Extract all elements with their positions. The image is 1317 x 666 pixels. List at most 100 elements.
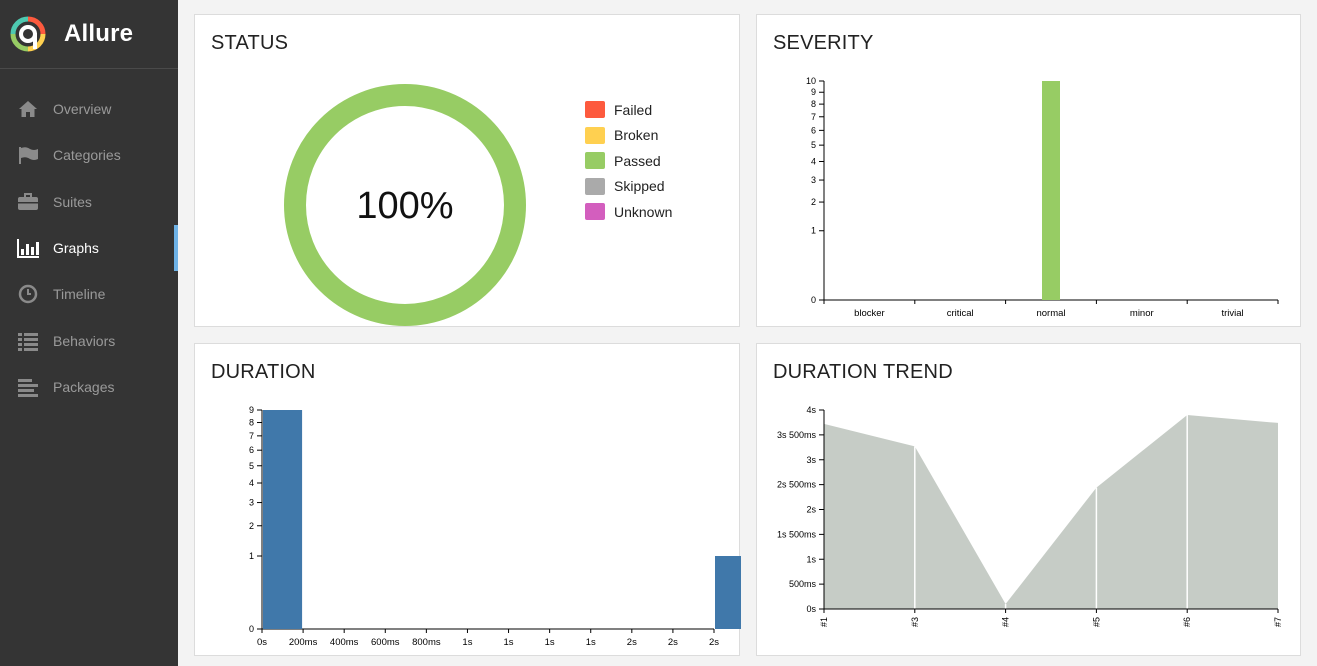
briefcase-icon bbox=[17, 191, 39, 213]
legend-swatch-passed bbox=[585, 152, 605, 170]
x-tick-label: #1 bbox=[819, 617, 829, 627]
allure-logo-icon bbox=[10, 16, 46, 52]
y-tick-label: 3s 500ms bbox=[777, 430, 817, 440]
status-panel: STATUS 100% Failed Broken Passed Skipped… bbox=[194, 14, 740, 327]
y-tick-label: 1s bbox=[806, 554, 816, 564]
y-tick-label: 3 bbox=[811, 175, 816, 185]
sidebar-item-suites[interactable]: Suites bbox=[0, 179, 178, 225]
sidebar-item-packages[interactable]: Packages bbox=[0, 364, 178, 410]
sidebar: Allure Overview Categories Suites Graphs bbox=[0, 0, 178, 666]
x-tick-label: #3 bbox=[910, 617, 920, 627]
legend-swatch-broken bbox=[585, 126, 605, 144]
sidebar-nav: Overview Categories Suites Graphs Timeli… bbox=[0, 86, 178, 410]
y-tick-label: 1s 500ms bbox=[777, 529, 817, 539]
legend-item-unknown[interactable]: Unknown bbox=[585, 199, 672, 225]
x-tick-label: 1s bbox=[462, 637, 472, 648]
sidebar-item-label: Graphs bbox=[53, 240, 99, 257]
duration-bar-0 bbox=[263, 410, 303, 629]
duration-bar-1 bbox=[715, 556, 741, 629]
sidebar-item-label: Categories bbox=[53, 147, 121, 164]
y-tick-label: 2s bbox=[806, 505, 816, 515]
legend-label: Skipped bbox=[614, 178, 665, 195]
duration-panel: DURATION 0 1 2 3 4 5 6 7 8 9 0s 200ms 400ms 600ms 800m… bbox=[194, 343, 741, 656]
y-tick-label: 2s 500ms bbox=[777, 480, 817, 490]
x-tick-label: minor bbox=[1130, 308, 1154, 319]
legend-item-broken[interactable]: Broken bbox=[585, 123, 672, 149]
x-tick-label: 200ms bbox=[289, 637, 318, 648]
legend-swatch-unknown bbox=[585, 203, 605, 221]
flag-icon bbox=[17, 144, 39, 166]
list-icon bbox=[17, 330, 39, 352]
x-tick-label: 1s bbox=[586, 637, 596, 648]
trend-area bbox=[824, 414, 1278, 609]
sidebar-item-label: Timeline bbox=[53, 286, 106, 303]
x-tick-label: 1s bbox=[504, 637, 514, 648]
duration-trend-panel: DURATION TREND 0s 500ms 1s 1s 500ms 2s 2s 500… bbox=[756, 343, 1301, 656]
y-tick-label: 4s bbox=[806, 405, 816, 415]
y-tick-label: 5 bbox=[811, 140, 816, 150]
home-icon bbox=[17, 98, 39, 120]
x-tick-label: 800ms bbox=[412, 637, 441, 648]
y-tick-label: 7 bbox=[811, 112, 816, 122]
y-tick-label: 3s bbox=[806, 455, 816, 465]
sidebar-item-label: Packages bbox=[53, 378, 115, 395]
align-left-icon bbox=[17, 376, 39, 398]
duration-histogram: 0 1 2 3 4 5 6 7 8 9 0s 200ms 400ms 600ms 800ms 1s 1s 1s 1s… bbox=[249, 405, 741, 648]
y-tick-label: 0 bbox=[811, 295, 816, 305]
x-tick-label: 2s bbox=[709, 637, 719, 648]
x-tick-label: 2s bbox=[668, 637, 678, 648]
y-tick-label: 5 bbox=[249, 461, 254, 471]
y-tick-label: 9 bbox=[811, 87, 816, 97]
x-tick-label: 2s bbox=[627, 637, 637, 648]
legend-item-passed[interactable]: Passed bbox=[585, 148, 672, 174]
x-tick-label: blocker bbox=[854, 308, 885, 319]
y-tick-label: 500ms bbox=[789, 579, 817, 589]
y-tick-label: 1 bbox=[249, 551, 254, 561]
legend-label: Unknown bbox=[614, 203, 673, 220]
y-tick-label: 6 bbox=[249, 445, 254, 455]
severity-bar-normal bbox=[1042, 81, 1060, 300]
x-tick-label: #7 bbox=[1273, 617, 1283, 627]
y-tick-label: 0s bbox=[806, 604, 816, 614]
x-tick-label: 1s bbox=[545, 637, 555, 648]
legend-item-failed[interactable]: Failed bbox=[585, 97, 672, 123]
legend-swatch-failed bbox=[585, 101, 605, 119]
legend-swatch-skipped bbox=[585, 177, 605, 195]
legend-label: Failed bbox=[614, 101, 653, 118]
y-tick-label: 2 bbox=[249, 521, 254, 531]
brand[interactable]: Allure bbox=[0, 0, 178, 69]
y-tick-label: 7 bbox=[249, 431, 254, 441]
y-tick-label: 6 bbox=[811, 125, 816, 135]
sidebar-item-label: Overview bbox=[53, 101, 112, 118]
x-tick-label: 400ms bbox=[330, 637, 359, 648]
y-tick-label: 8 bbox=[249, 418, 254, 428]
y-tick-label: 2 bbox=[811, 197, 816, 207]
bar-chart-icon bbox=[17, 237, 39, 259]
legend-label: Passed bbox=[614, 152, 661, 169]
sidebar-item-graphs[interactable]: Graphs bbox=[0, 224, 178, 272]
x-tick-label: critical bbox=[947, 308, 974, 319]
sidebar-item-label: Behaviors bbox=[53, 332, 116, 349]
x-tick-label: 0s bbox=[257, 637, 267, 648]
x-tick-label: 600ms bbox=[371, 637, 400, 648]
y-tick-label: 1 bbox=[811, 226, 816, 236]
y-tick-label: 10 bbox=[806, 76, 816, 86]
sidebar-item-label: Suites bbox=[53, 193, 92, 210]
app-name: Allure bbox=[64, 20, 134, 47]
y-tick-label: 9 bbox=[249, 405, 254, 415]
legend-item-skipped[interactable]: Skipped bbox=[585, 174, 672, 200]
duration-trend-area-chart: 0s 500ms 1s 1s 500ms 2s 2s 500ms 3s 3s 500ms 4s #… bbox=[777, 405, 1283, 627]
y-tick-label: 0 bbox=[249, 624, 254, 634]
sidebar-item-timeline[interactable]: Timeline bbox=[0, 271, 178, 317]
x-tick-label: #5 bbox=[1091, 617, 1101, 627]
sidebar-item-behaviors[interactable]: Behaviors bbox=[0, 317, 178, 363]
clock-icon bbox=[17, 283, 39, 305]
status-legend: Failed Broken Passed Skipped Unknown bbox=[585, 97, 672, 225]
severity-bar-chart: 0 1 2 3 4 5 6 7 8 910 blocker critical normal minor tr… bbox=[806, 76, 1279, 319]
y-tick-label: 4 bbox=[249, 478, 254, 488]
sidebar-item-categories[interactable]: Categories bbox=[0, 132, 178, 178]
legend-label: Broken bbox=[614, 127, 659, 144]
x-tick-label: trivial bbox=[1222, 308, 1244, 319]
sidebar-item-overview[interactable]: Overview bbox=[0, 86, 178, 132]
x-tick-label: #6 bbox=[1182, 617, 1192, 627]
